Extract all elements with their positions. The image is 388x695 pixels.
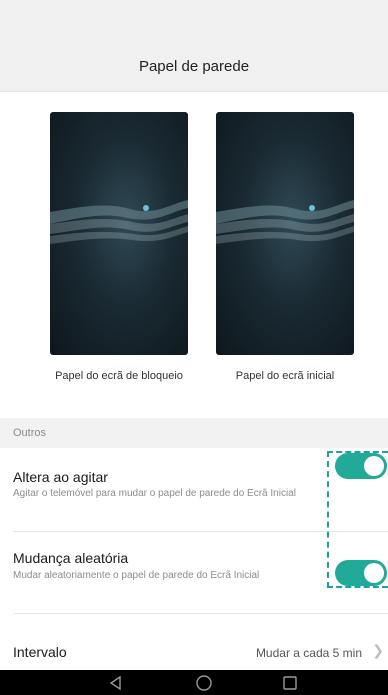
page-title: Papel de parede xyxy=(138,58,250,75)
toggle-knob xyxy=(364,563,384,583)
setting-description: Mudar aleatoriamente o papel de parede d… xyxy=(13,570,260,581)
wallpaper-wave-art xyxy=(50,200,188,244)
home-screen-wallpaper-label: Papel do ecrã inicial xyxy=(235,370,335,382)
recent-apps-icon[interactable] xyxy=(270,670,310,695)
home-screen-wallpaper-preview[interactable] xyxy=(216,112,354,355)
lock-screen-wallpaper-label: Papel do ecrã de bloqueio xyxy=(55,370,183,382)
system-navigation-bar xyxy=(0,670,388,695)
setting-description: Agitar o telemóvel para mudar o papel de… xyxy=(13,488,296,499)
app-header: Papel de parede xyxy=(0,0,388,92)
shake-to-change-toggle[interactable] xyxy=(335,453,387,479)
section-title: Outros xyxy=(13,427,47,439)
back-icon[interactable] xyxy=(96,670,136,695)
lock-screen-wallpaper-preview[interactable] xyxy=(50,112,188,355)
home-icon[interactable] xyxy=(184,670,224,695)
setting-label: Altera ao agitar xyxy=(13,469,108,485)
setting-interval[interactable]: Intervalo Mudar a cada 5 min ❯ xyxy=(0,614,388,670)
section-header-others: Outros xyxy=(0,418,388,448)
setting-label: Intervalo xyxy=(13,644,67,660)
setting-label: Mudança aleatória xyxy=(13,550,129,566)
toggle-knob xyxy=(364,456,384,476)
interval-value: Mudar a cada 5 min xyxy=(255,646,362,660)
wallpaper-wave-art xyxy=(216,200,354,244)
wallpaper-previews: Papel do ecrã de bloqueio Papel do ecrã … xyxy=(0,92,388,404)
random-change-toggle[interactable] xyxy=(335,560,387,586)
chevron-right-icon: ❯ xyxy=(372,642,384,658)
